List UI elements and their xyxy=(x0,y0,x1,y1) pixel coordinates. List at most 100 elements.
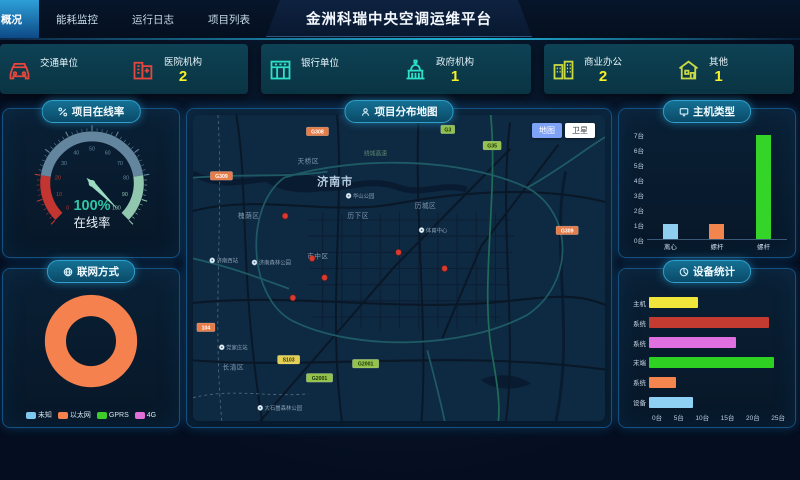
stat-card-item: 医院机构2 xyxy=(124,44,248,94)
y-tick: 5台 xyxy=(634,160,644,170)
device-track xyxy=(649,337,785,348)
percent-icon xyxy=(58,107,68,117)
device-row: 末端 xyxy=(623,357,785,368)
legend-swatch xyxy=(26,412,36,419)
svg-text:大石崮森林公园: 大石崮森林公园 xyxy=(265,404,303,412)
nav-tab[interactable]: 能耗监控 xyxy=(39,0,115,38)
panel-device-stats-header: 设备统计 xyxy=(663,260,751,283)
device-label: 系统 xyxy=(623,377,649,387)
device-label: 末端 xyxy=(623,357,649,367)
device-label: 系统 xyxy=(623,318,649,328)
host-type-chart: 0台1台2台3台4台5台6台7台 离心螺杆螺杆 xyxy=(625,135,787,251)
device-row: 设备 xyxy=(623,397,785,408)
map-pin-icon xyxy=(361,107,371,117)
legend-item: 以太网 xyxy=(58,410,91,420)
panel-host-type: 主机类型 0台1台2台3台4台5台6台7台 离心螺杆螺杆 xyxy=(618,108,796,258)
stat-card-text: 交通单位 xyxy=(40,53,78,86)
legend-item: 未知 xyxy=(26,410,52,420)
svg-text:10: 10 xyxy=(56,192,62,198)
panel-title: 主机类型 xyxy=(693,104,735,119)
gauge-value: 100% xyxy=(73,198,110,214)
device-bar xyxy=(649,377,676,388)
stat-card-label: 其他 xyxy=(709,54,728,68)
x-tick: 10台 xyxy=(695,412,709,422)
panel-device-stats: 设备统计 主机系统系统末端系统设备 0台5台10台15台20台25台 xyxy=(618,268,796,428)
app-title-panel: 金洲科瑞中央空调运维平台 xyxy=(266,0,532,37)
nav-tab[interactable]: 项目列表 xyxy=(191,0,267,38)
pie-chart-icon xyxy=(679,267,689,277)
stat-card-text: 医院机构2 xyxy=(164,52,202,86)
stat-card-label: 医院机构 xyxy=(164,54,202,68)
nav-tab[interactable]: 概况 xyxy=(0,0,39,38)
road-badge: G308 xyxy=(306,127,328,136)
svg-text:60: 60 xyxy=(105,150,111,156)
gauge-label: 在线率 xyxy=(74,215,111,230)
svg-text:G309: G309 xyxy=(215,174,228,180)
panel-network-header: 联网方式 xyxy=(47,260,135,283)
legend-label: 以太网 xyxy=(70,410,91,420)
device-label: 设备 xyxy=(623,397,649,407)
device-bar xyxy=(649,297,698,308)
device-bar xyxy=(649,397,693,408)
y-tick: 7台 xyxy=(634,130,644,140)
road-badge: G2001 xyxy=(352,359,378,368)
svg-text:G3: G3 xyxy=(444,127,451,133)
project-marker[interactable] xyxy=(282,213,288,219)
panel-title: 项目分布地图 xyxy=(375,104,438,119)
device-stats-x-axis: 0台5台10台15台20台25台 xyxy=(652,412,785,422)
svg-text:90: 90 xyxy=(122,192,128,198)
stat-card-value: 2 xyxy=(599,68,607,86)
x-tick: 0台 xyxy=(652,412,662,422)
svg-text:济南西站: 济南西站 xyxy=(217,256,239,264)
map-canvas[interactable]: G308G309G309104G3G35G2001G2001S103绕城高速天桥… xyxy=(193,115,605,421)
project-marker[interactable] xyxy=(322,275,328,281)
stat-card-label: 政府机构 xyxy=(436,54,474,68)
panel-host-type-header: 主机类型 xyxy=(663,100,751,123)
stat-cards-row: 交通单位医院机构2银行单位政府机构1商业办公2其他1 xyxy=(0,44,794,94)
stat-card: 商业办公2其他1 xyxy=(544,44,794,94)
device-track xyxy=(649,297,785,308)
app-root: 概况能耗监控运行日志项目列表视频监控 金洲科瑞中央空调运维平台 交通单位 医院机构… xyxy=(0,0,800,480)
stat-card-value: 1 xyxy=(714,68,722,86)
district-label: 天桥区 xyxy=(297,156,319,165)
legend-swatch xyxy=(58,412,68,419)
top-nav: 概况能耗监控运行日志项目列表视频监控 金洲科瑞中央空调运维平台 xyxy=(0,0,800,38)
svg-text:华山公园: 华山公园 xyxy=(353,192,375,200)
svg-text:济南森林公园: 济南森林公园 xyxy=(259,259,292,267)
bar-离心 xyxy=(663,224,678,239)
stat-card-item: 政府机构1 xyxy=(396,44,531,94)
legend-item: 4G xyxy=(135,410,156,420)
map-layer-button-地图[interactable]: 地图 xyxy=(532,123,562,138)
district-label: 长清区 xyxy=(223,362,245,371)
svg-text:S103: S103 xyxy=(283,358,295,364)
device-track xyxy=(649,377,785,388)
project-marker[interactable] xyxy=(290,295,296,301)
project-marker[interactable] xyxy=(442,265,448,271)
project-marker[interactable] xyxy=(396,249,402,255)
panel-title: 项目在线率 xyxy=(72,104,125,119)
stat-card: 银行单位政府机构1 xyxy=(261,44,531,94)
road-badge: G309 xyxy=(556,226,578,235)
x-tick: 5台 xyxy=(674,412,684,422)
road-badge: G309 xyxy=(210,172,232,181)
online-rate-gauge: 0102030405060708090100 100% 在线率 xyxy=(14,125,170,235)
x-tick: 20台 xyxy=(746,412,760,422)
center-column: 项目分布地图 xyxy=(186,108,612,428)
device-stats-rows: 主机系统系统末端系统设备 xyxy=(623,293,785,412)
main-grid: 项目在线率 0102030405060708090100 100% 在线率 联网… xyxy=(2,108,796,428)
city-label: 济南市 xyxy=(317,174,353,188)
svg-text:30: 30 xyxy=(61,161,67,167)
panel-online-rate-header: 项目在线率 xyxy=(42,100,141,123)
map-layer-button-卫星[interactable]: 卫星 xyxy=(565,123,595,138)
nav-tab[interactable]: 运行日志 xyxy=(115,0,191,38)
stat-card-item: 银行单位 xyxy=(261,44,396,94)
x-tick: 螺杆 xyxy=(710,241,723,251)
road-badge: S103 xyxy=(278,355,300,364)
panel-title: 联网方式 xyxy=(77,264,119,279)
legend-label: 4G xyxy=(147,412,156,419)
panel-title: 设备统计 xyxy=(693,264,735,279)
panel-map: 项目分布地图 xyxy=(186,108,612,428)
district-label: 历城区 xyxy=(415,202,437,210)
project-marker[interactable] xyxy=(309,255,315,261)
device-stats-chart: 主机系统系统末端系统设备 0台5台10台15台20台25台 xyxy=(623,293,785,422)
